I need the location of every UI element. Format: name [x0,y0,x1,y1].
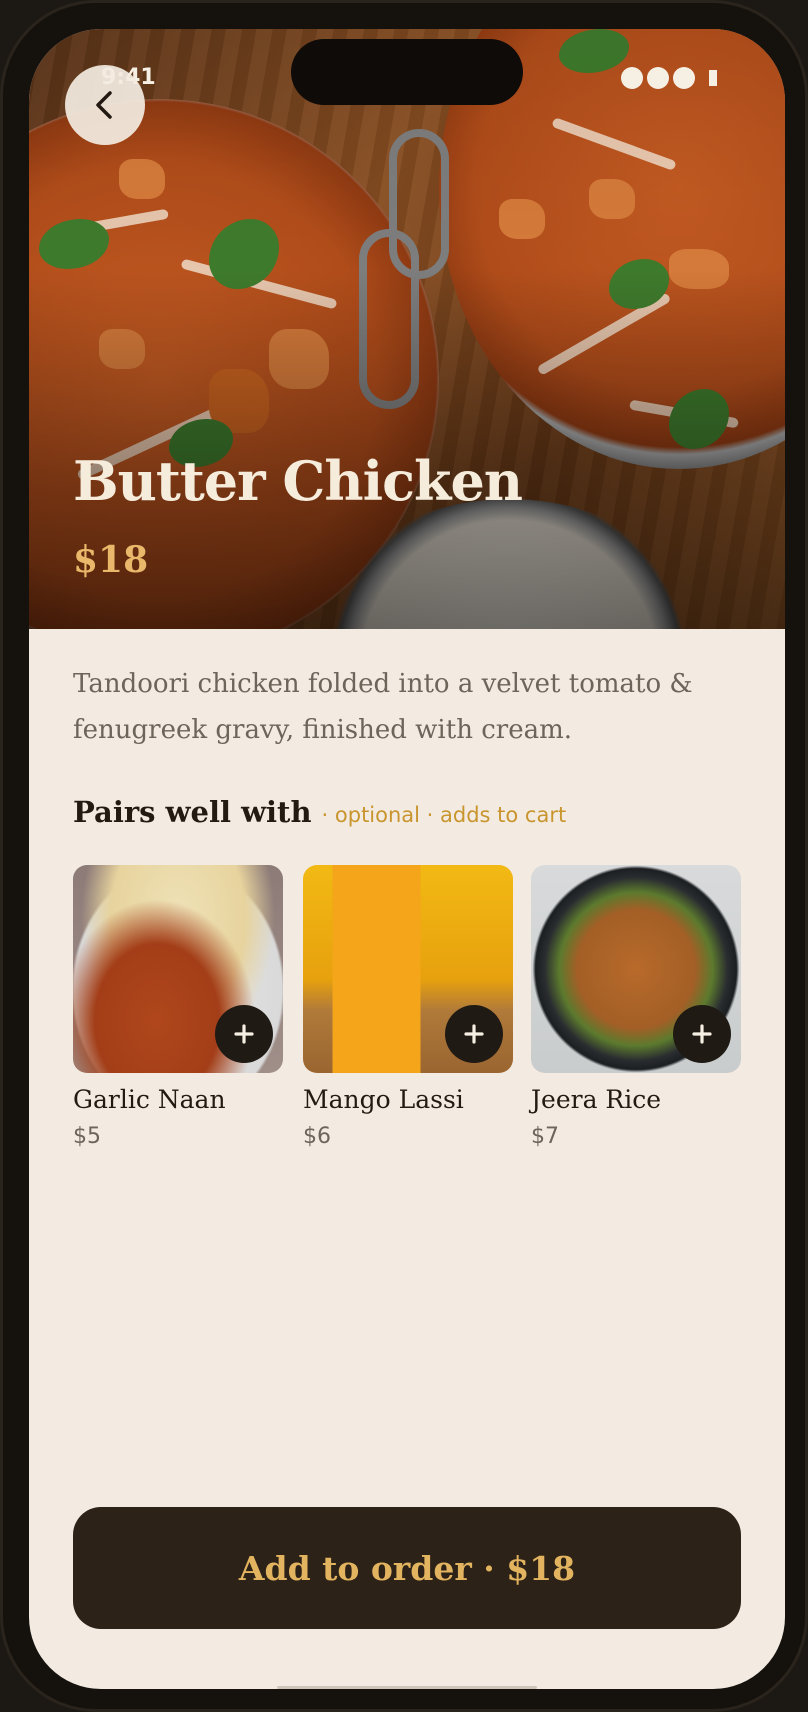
jeera-rice-image [531,865,741,1073]
pairs-subtitle: · optional · adds to cart [321,803,567,827]
dish-description: Tandoori chicken folded into a velvet to… [73,669,693,745]
chevron-left-icon [96,91,112,119]
battery-icon [709,70,717,86]
plus-icon [692,1024,712,1044]
plus-icon [234,1024,254,1044]
mango-lassi-image [303,865,513,1073]
add-jeera-rice-button[interactable] [673,1005,731,1063]
pair-price: $6 [303,1124,331,1149]
add-to-order-button[interactable]: Add to order · $18 [73,1507,741,1629]
pair-name: Garlic Naan [73,1085,226,1114]
pair-card-jeera-rice[interactable]: Jeera Rice $7 [531,865,741,1149]
add-garlic-naan-button[interactable] [215,1005,273,1063]
home-indicator [277,1686,537,1689]
status-icons [621,67,717,89]
pair-card-mango-lassi[interactable]: Mango Lassi $6 [303,865,513,1149]
dish-title: Butter Chicken [73,449,523,513]
pair-card-garlic-naan[interactable]: Garlic Naan $5 [73,865,283,1149]
pair-name: Jeera Rice [531,1085,662,1114]
signal-dot-icon [673,67,695,89]
dynamic-island [291,39,523,105]
pair-price: $5 [73,1124,101,1149]
phone-frame: Butter Chicken $18 9:41 Tandoori chicken… [0,0,808,1712]
dish-price: $18 [73,539,149,581]
add-mango-lassi-button[interactable] [445,1005,503,1063]
back-button[interactable] [65,65,145,145]
pairs-heading: Pairs well with · optional · adds to car… [73,795,566,829]
pair-name: Mango Lassi [303,1085,464,1114]
pair-price: $7 [531,1124,559,1149]
plus-icon [464,1024,484,1044]
signal-dot-icon [647,67,669,89]
signal-dot-icon [621,67,643,89]
garlic-naan-image [73,865,283,1073]
screen: Butter Chicken $18 9:41 Tandoori chicken… [29,29,785,1689]
pairs-title: Pairs well with [73,795,312,829]
